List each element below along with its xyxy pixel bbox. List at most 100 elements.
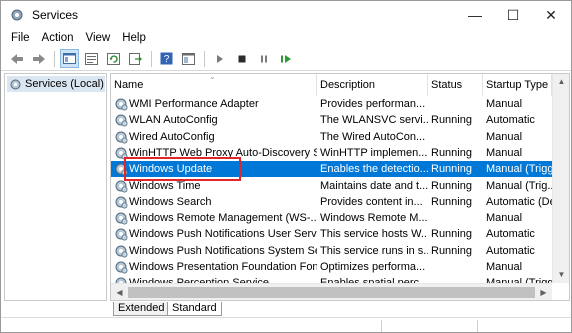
- tree-item-label: Services (Local): [25, 78, 104, 90]
- sort-indicator-icon: ⌄: [209, 73, 216, 81]
- help-icon[interactable]: ?: [157, 49, 176, 68]
- service-name-cell: WLAN AutoConfig: [129, 114, 218, 127]
- service-description-cell: The WLANSVC servi...: [320, 114, 428, 127]
- table-row[interactable]: Windows Remote Management (WS-... Windows…: [111, 210, 552, 226]
- column-header-row: Name ⌄ Description Status Startup Type: [111, 74, 569, 96]
- service-startup-type-cell: Manual: [486, 212, 523, 225]
- menu-view[interactable]: View: [80, 29, 117, 47]
- service-name-cell: Windows Perception Service: [129, 275, 317, 283]
- service-description-cell: Provides content in...: [320, 195, 423, 208]
- service-description-cell: Windows Remote M...: [320, 212, 428, 225]
- toolbar-separator: [204, 50, 205, 67]
- minimize-button[interactable]: —: [456, 1, 494, 29]
- service-status-cell: Running: [431, 163, 472, 176]
- table-row[interactable]: Windows Update Enables the detectio... Run…: [111, 161, 552, 178]
- table-row[interactable]: Windows Time Maintains date and t... Runni…: [111, 178, 552, 194]
- table-row[interactable]: Wired AutoConfig The Wired AutoCon... Manu…: [111, 129, 552, 145]
- table-row[interactable]: Windows Push Notifications System Se... T…: [111, 243, 552, 259]
- service-description-cell: This service runs in s...: [320, 244, 428, 257]
- service-startup-type-cell: Manual (Trigger...: [486, 275, 552, 283]
- scroll-down-arrow-icon[interactable]: ▼: [553, 267, 569, 283]
- console-icon[interactable]: [179, 49, 198, 68]
- toolbar-separator: [151, 50, 152, 67]
- service-description-cell: The Wired AutoCon...: [320, 130, 426, 143]
- service-description-cell: Enables the detectio...: [320, 163, 428, 176]
- table-row[interactable]: Windows Perception ServiceEnables spatia…: [111, 275, 552, 283]
- title-bar: Services — ☐ ✕: [1, 1, 571, 29]
- service-status-cell: [431, 259, 483, 275]
- service-gear-icon: [115, 245, 128, 258]
- table-row[interactable]: Windows Push Notifications User Servi...…: [111, 226, 552, 242]
- services-gear-icon: [10, 79, 21, 89]
- service-gear-icon: [115, 212, 128, 225]
- export-list-icon[interactable]: [126, 49, 145, 68]
- services-table-body: WMI Performance Adapter Provides performa…: [111, 96, 552, 283]
- service-gear-icon: [115, 163, 128, 176]
- service-gear-icon: [115, 228, 128, 241]
- horizontal-scrollbar[interactable]: ◀ ▶: [111, 283, 552, 300]
- table-row[interactable]: WMI Performance Adapter Provides performa…: [111, 96, 552, 112]
- table-row[interactable]: WinHTTP Web Proxy Auto-Discovery S... Win…: [111, 145, 552, 161]
- service-status-cell: [431, 210, 483, 226]
- service-name-cell: Windows Push Notifications User Servi...: [129, 228, 317, 241]
- column-header-description[interactable]: Description: [317, 74, 428, 96]
- view-tabs: Extended Standard: [110, 302, 570, 316]
- menu-action[interactable]: Action: [36, 29, 80, 47]
- services-gear-icon: [11, 9, 23, 21]
- toolbar: ?: [1, 47, 571, 71]
- service-startup-type-cell: Manual (Trig...: [486, 179, 552, 192]
- service-name-cell: Windows Presentation Foundation Fon...: [129, 261, 317, 273]
- service-startup-type-cell: Automatic: [486, 244, 535, 257]
- maximize-button[interactable]: ☐: [494, 1, 532, 29]
- service-status-cell: [431, 96, 483, 112]
- toolbar-separator: [54, 50, 55, 67]
- service-status-cell: Running: [431, 114, 472, 127]
- tab-standard[interactable]: Standard: [167, 302, 222, 316]
- horizontal-scroll-thumb[interactable]: [128, 287, 535, 298]
- column-header-status[interactable]: Status: [428, 74, 483, 96]
- service-description-cell: Enables spatial perc...: [320, 275, 428, 283]
- service-name-cell: Windows Search: [129, 195, 212, 208]
- table-row[interactable]: Windows Presentation Foundation Fon... Op…: [111, 259, 552, 275]
- menu-file[interactable]: File: [1, 29, 36, 47]
- service-startup-type-cell: Manual: [486, 146, 523, 159]
- vertical-scrollbar[interactable]: ▲ ▼: [552, 74, 569, 283]
- restart-service-icon[interactable]: [276, 49, 295, 68]
- pause-service-icon[interactable]: [254, 49, 273, 68]
- status-bar: [1, 317, 571, 332]
- service-gear-icon: [115, 98, 128, 111]
- properties-icon[interactable]: [82, 49, 101, 68]
- service-gear-icon: [115, 180, 128, 192]
- scroll-up-arrow-icon[interactable]: ▲: [553, 74, 569, 90]
- service-description-cell: Optimizes performa...: [320, 261, 426, 273]
- service-status-cell: Running: [431, 146, 472, 159]
- service-description-cell: Provides performan...: [320, 98, 426, 110]
- scroll-right-arrow-icon[interactable]: ▶: [535, 284, 552, 300]
- refresh-icon[interactable]: [104, 49, 123, 68]
- services-window: Services — ☐ ✕ File Action View Help ? S…: [0, 0, 572, 333]
- start-service-icon[interactable]: [210, 49, 229, 68]
- service-description-cell: Maintains date and t...: [320, 179, 428, 192]
- console-tree-pane: Services (Local): [4, 73, 107, 301]
- service-name-cell: Windows Time: [129, 179, 201, 192]
- status-bar-divider: [381, 320, 382, 332]
- service-status-cell: [431, 275, 483, 283]
- back-arrow-icon[interactable]: [7, 49, 26, 68]
- column-header-startup-type[interactable]: Startup Type: [483, 74, 552, 96]
- tab-extended[interactable]: Extended: [113, 302, 170, 316]
- stop-service-icon[interactable]: [232, 49, 251, 68]
- service-description-cell: WinHTTP implemen...: [320, 146, 428, 159]
- service-name-cell: Windows Push Notifications System Se...: [129, 244, 317, 257]
- table-row[interactable]: Windows Search Provides content in... Runn…: [111, 194, 552, 210]
- forward-arrow-icon[interactable]: [29, 49, 48, 68]
- tree-item-services-local[interactable]: Services (Local): [7, 76, 105, 92]
- menu-help[interactable]: Help: [116, 29, 152, 47]
- show-hide-tree-icon[interactable]: [60, 49, 79, 68]
- service-status-cell: [431, 129, 483, 145]
- service-status-cell: Running: [431, 244, 472, 257]
- close-button[interactable]: ✕: [532, 1, 570, 29]
- services-list-pane: Name ⌄ Description Status Startup Type W…: [110, 73, 570, 301]
- scroll-left-arrow-icon[interactable]: ◀: [111, 284, 128, 300]
- service-description-cell: This service hosts W...: [320, 228, 428, 241]
- table-row[interactable]: WLAN AutoConfig The WLANSVC servi... Runni…: [111, 112, 552, 128]
